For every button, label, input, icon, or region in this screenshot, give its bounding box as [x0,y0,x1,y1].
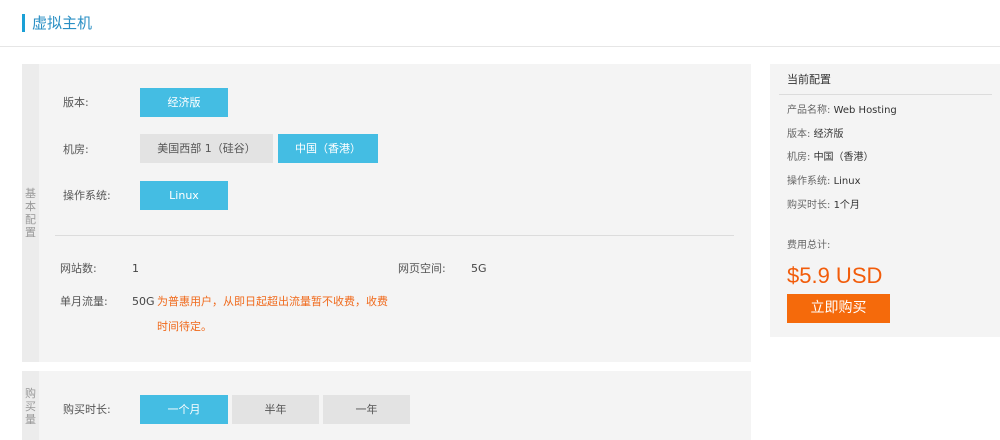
title-accent-bar [22,14,25,32]
summary-key: 机房: [787,152,811,163]
traffic-notice: 为普惠用户，从即日起超出流量暂不收费，收费时间待定。 [157,295,388,333]
datacenter-label: 机房: [63,143,89,156]
summary-value: 经济版 [813,129,844,140]
traffic-value: 50G [132,295,155,308]
total-label: 费用总计: [787,240,831,251]
version-label: 版本: [63,96,89,109]
summary-row-version: 版本: 经济版 [787,129,844,141]
page-header: 虚拟主机 [0,0,1000,47]
summary-key: 产品名称: [787,105,831,116]
os-option-linux[interactable]: Linux [140,181,228,210]
duration-option-1-year[interactable]: 一年 [323,395,410,424]
section-divider [55,235,734,236]
summary-row-duration: 购买时长: 1个月 [787,200,860,212]
summary-value: Web Hosting [833,105,897,116]
purchase-label-char: 量 [25,413,36,426]
total-price: $5.9 USD [787,263,883,288]
summary-divider [779,94,992,95]
buy-now-button[interactable]: 立即购买 [787,294,890,323]
summary-title: 当前配置 [787,73,831,86]
space-label: 网页空间: [398,262,446,275]
basic-config-label-char: 置 [25,226,36,239]
duration-label: 购买时长: [63,403,111,416]
datacenter-option-hongkong[interactable]: 中国（香港） [278,134,378,163]
space-value: 5G [471,262,487,275]
basic-config-label-char: 本 [25,200,36,213]
datacenter-option-us-west[interactable]: 美国西部 1（硅谷） [140,134,273,163]
purchase-label-char: 购 [25,387,36,400]
summary-key: 购买时长: [787,200,831,211]
summary-key: 操作系统: [787,176,831,187]
summary-value: 中国（香港） [813,152,874,163]
purchase-label-char: 买 [25,400,36,413]
page-title: 虚拟主机 [32,14,93,32]
purchase-strip: 购 买 量 [22,371,39,440]
basic-config-strip: 基 本 配 置 [22,64,39,362]
sites-value: 1 [132,262,139,275]
traffic-label: 单月流量: [60,295,108,308]
summary-value: Linux [833,176,861,187]
version-option-economy[interactable]: 经济版 [140,88,228,117]
summary-row-datacenter: 机房: 中国（香港） [787,152,874,164]
duration-option-half-year[interactable]: 半年 [232,395,319,424]
basic-config-label-char: 配 [25,213,36,226]
duration-option-1-month[interactable]: 一个月 [140,395,228,424]
summary-value: 1个月 [833,200,860,211]
summary-row-os: 操作系统: Linux [787,176,861,188]
sites-label: 网站数: [60,262,97,275]
summary-row-product: 产品名称: Web Hosting [787,105,897,117]
os-label: 操作系统: [63,189,111,202]
basic-config-label-char: 基 [25,187,36,200]
summary-key: 版本: [787,129,811,140]
